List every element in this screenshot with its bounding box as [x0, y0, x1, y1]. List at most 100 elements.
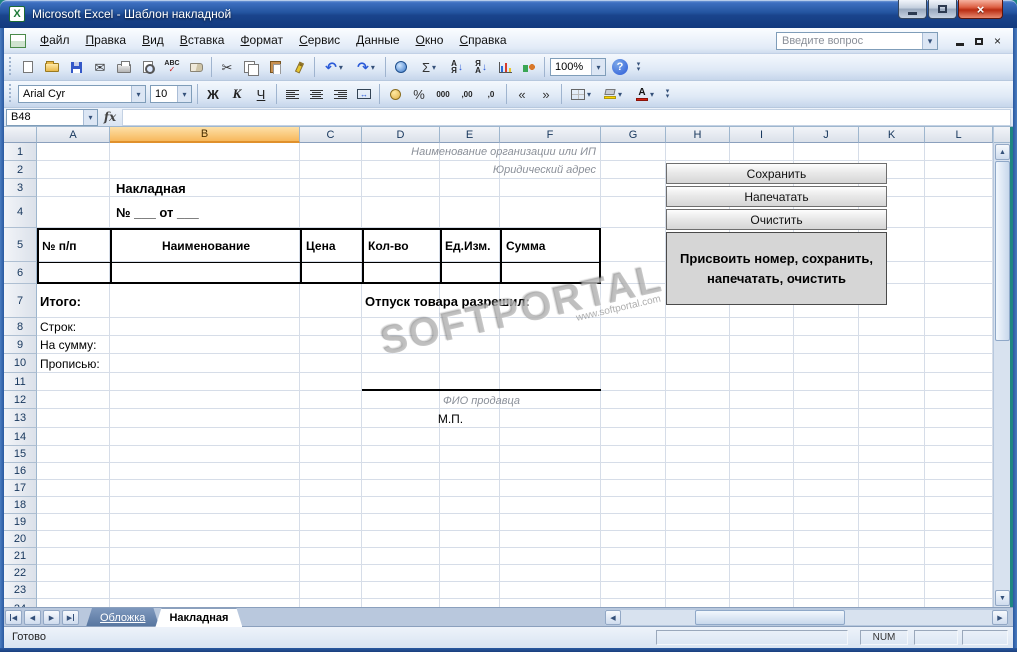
- cell-H12[interactable]: [666, 391, 730, 409]
- cell-E20[interactable]: [440, 531, 500, 548]
- cell-F24[interactable]: [500, 599, 601, 607]
- cell-E3[interactable]: [440, 179, 500, 197]
- cell-E24[interactable]: [440, 599, 500, 607]
- cell-C21[interactable]: [300, 548, 362, 565]
- cell-E16[interactable]: [440, 463, 500, 480]
- cell-K13[interactable]: [859, 409, 925, 428]
- row-header-19[interactable]: 19: [4, 514, 37, 531]
- decrease-decimal-button[interactable]: ,0: [479, 83, 503, 105]
- cell-C15[interactable]: [300, 446, 362, 463]
- cell-D24[interactable]: [362, 599, 440, 607]
- cell-C18[interactable]: [300, 497, 362, 514]
- first-sheet-button[interactable]: ◀: [5, 610, 22, 625]
- horizontal-scrollbar[interactable]: ◀ ▶: [604, 609, 1009, 626]
- cell-G19[interactable]: [601, 514, 666, 531]
- cell-A10[interactable]: [37, 354, 110, 373]
- cell-C19[interactable]: [300, 514, 362, 531]
- paste-button[interactable]: [263, 56, 287, 78]
- cell-D12[interactable]: [362, 391, 440, 409]
- cell-I22[interactable]: [730, 565, 794, 582]
- increase-decimal-button[interactable]: ,00: [455, 83, 479, 105]
- cell-I15[interactable]: [730, 446, 794, 463]
- cell-E23[interactable]: [440, 582, 500, 599]
- row-header-10[interactable]: 10: [4, 354, 37, 373]
- cell-J14[interactable]: [794, 428, 859, 446]
- cell-I13[interactable]: [730, 409, 794, 428]
- cell-C14[interactable]: [300, 428, 362, 446]
- help-button[interactable]: ?: [608, 56, 632, 78]
- cell-L24[interactable]: [925, 599, 993, 607]
- cell-J9[interactable]: [794, 336, 859, 354]
- row-header-11[interactable]: 11: [4, 373, 37, 391]
- cell-A4[interactable]: [37, 197, 110, 228]
- cell-F10[interactable]: [500, 354, 601, 373]
- cell-D4[interactable]: [362, 197, 440, 228]
- cell-G7[interactable]: [601, 284, 666, 318]
- cell-J16[interactable]: [794, 463, 859, 480]
- cell-E1[interactable]: [440, 143, 500, 161]
- cell-J17[interactable]: [794, 480, 859, 497]
- cell-E19[interactable]: [440, 514, 500, 531]
- cell-G10[interactable]: [601, 354, 666, 373]
- cell-L9[interactable]: [925, 336, 993, 354]
- row-header-3[interactable]: 3: [4, 179, 37, 197]
- toolbar-options-button[interactable]: ▾ ▾: [633, 56, 644, 78]
- cell-F9[interactable]: [500, 336, 601, 354]
- hyperlink-button[interactable]: [389, 56, 413, 78]
- cell-G9[interactable]: [601, 336, 666, 354]
- cell-K23[interactable]: [859, 582, 925, 599]
- cell-A19[interactable]: [37, 514, 110, 531]
- cell-H17[interactable]: [666, 480, 730, 497]
- cell-K17[interactable]: [859, 480, 925, 497]
- row-header-9[interactable]: 9: [4, 336, 37, 354]
- cell-J13[interactable]: [794, 409, 859, 428]
- drawing-button[interactable]: [517, 56, 541, 78]
- column-header-K[interactable]: K: [859, 127, 925, 143]
- cell-D16[interactable]: [362, 463, 440, 480]
- cell-B3[interactable]: [110, 179, 300, 197]
- cell-I17[interactable]: [730, 480, 794, 497]
- cell-A16[interactable]: [37, 463, 110, 480]
- cell-K19[interactable]: [859, 514, 925, 531]
- chevron-down-icon[interactable]: ▾: [922, 33, 937, 49]
- cell-D22[interactable]: [362, 565, 440, 582]
- bold-button[interactable]: Ж: [201, 83, 225, 105]
- fill-color-button[interactable]: ▾: [597, 83, 629, 105]
- row-header-22[interactable]: 22: [4, 565, 37, 582]
- cell-C3[interactable]: [300, 179, 362, 197]
- cell-J1[interactable]: [794, 143, 859, 161]
- cell-F20[interactable]: [500, 531, 601, 548]
- column-header-B[interactable]: B: [110, 127, 300, 143]
- cell-A15[interactable]: [37, 446, 110, 463]
- cell-L10[interactable]: [925, 354, 993, 373]
- cell-D13[interactable]: [362, 409, 440, 428]
- worksheet-grid[interactable]: A B C D E F G H I J K L 1 2 3 4 5 6 7 8 9 10 11 12 13 14 15 16 17 18 1…: [4, 127, 1010, 607]
- cell-C2[interactable]: [300, 161, 362, 179]
- cell-L19[interactable]: [925, 514, 993, 531]
- horizontal-scroll-thumb[interactable]: [695, 610, 845, 625]
- cell-F2[interactable]: [500, 161, 601, 179]
- last-sheet-button[interactable]: ▶: [62, 610, 79, 625]
- column-header-I[interactable]: I: [730, 127, 794, 143]
- cell-L8[interactable]: [925, 318, 993, 336]
- cell-G13[interactable]: [601, 409, 666, 428]
- chevron-down-icon[interactable]: ▾: [131, 86, 145, 102]
- cell-F23[interactable]: [500, 582, 601, 599]
- chevron-down-icon[interactable]: ▾: [177, 86, 191, 102]
- cut-button[interactable]: ✂: [215, 56, 239, 78]
- cell-J12[interactable]: [794, 391, 859, 409]
- cell-B11[interactable]: [110, 373, 300, 391]
- cell-L7[interactable]: [925, 284, 993, 318]
- row-header-21[interactable]: 21: [4, 548, 37, 565]
- cell-A14[interactable]: [37, 428, 110, 446]
- percent-button[interactable]: %: [407, 83, 431, 105]
- cell-C4[interactable]: [300, 197, 362, 228]
- column-header-D[interactable]: D: [362, 127, 440, 143]
- cell-L13[interactable]: [925, 409, 993, 428]
- cell-I24[interactable]: [730, 599, 794, 607]
- cell-G24[interactable]: [601, 599, 666, 607]
- cell-D18[interactable]: [362, 497, 440, 514]
- workbook-close-button[interactable]: ×: [990, 34, 1005, 48]
- align-center-button[interactable]: [304, 83, 328, 105]
- column-header-F[interactable]: F: [500, 127, 601, 143]
